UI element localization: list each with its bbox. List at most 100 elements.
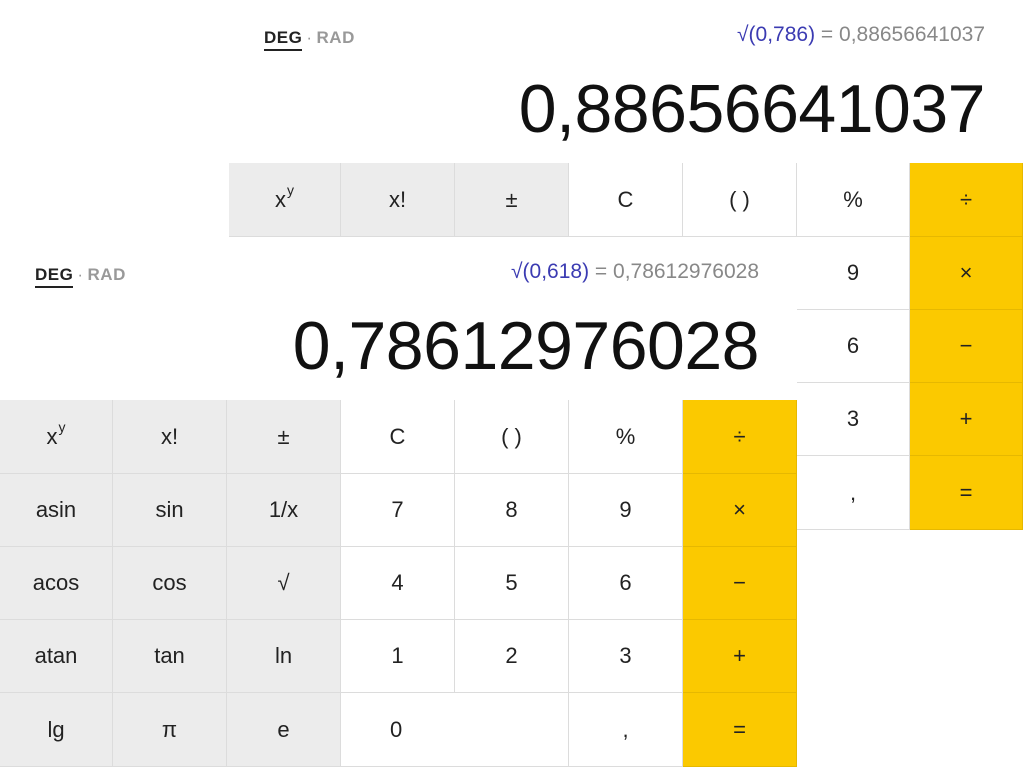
history-result: = 0,78612976028 [589,260,759,283]
history-expression[interactable]: √(0,786) [737,23,815,46]
one-key-label: 1 [391,643,404,668]
deg-mode-button[interactable]: DEG [35,265,74,288]
rad-mode-button[interactable]: RAD [88,265,126,284]
angle-mode-toggle: DEG · RAD [264,28,355,51]
decimal-key[interactable]: , [797,456,910,530]
e-key[interactable]: e [227,693,341,767]
reciprocal-key-label: 1/x [268,497,299,522]
six-key[interactable]: 6 [569,547,683,620]
sqrt-key[interactable]: √ [227,547,341,620]
power-key[interactable]: xy [229,163,341,237]
three-key[interactable]: 3 [569,620,683,693]
tan-key-label: tan [154,643,185,668]
asin-key[interactable]: asin [0,474,113,547]
minus-key[interactable]: − [910,310,1023,383]
parentheses-key[interactable]: ( ) [683,163,797,237]
power-key-superscript: y [58,418,66,435]
nine-key[interactable]: 9 [569,474,683,547]
divide-key[interactable]: ÷ [910,163,1023,237]
power-key-label: x [46,423,58,449]
decimal-key-label: , [849,479,857,505]
calculator-front: DEG · RAD √(0,618) = 0,78612976028 0, 7 8 6 1 2… [0,237,797,767]
plus-key[interactable]: + [683,620,797,693]
cos-key-label: cos [152,570,187,595]
divide-key-label: ÷ [733,423,746,449]
history-line[interactable]: √(0,786) = 0,88656641037 [737,23,985,47]
sin-key[interactable]: sin [113,474,227,547]
plus-minus-key[interactable]: ± [455,163,569,237]
multiply-key-label: × [733,497,746,522]
six-key[interactable]: 6 [797,310,910,383]
ln-key[interactable]: ln [227,620,341,693]
decimal-key[interactable]: , [569,693,683,767]
plus-key-label: + [733,643,746,668]
seven-key[interactable]: 7 [341,474,455,547]
three-key-label: 3 [619,643,632,668]
nine-key-label: 9 [619,497,632,522]
clear-key-label: C [389,423,406,449]
seven-key-label: 7 [391,497,404,522]
lg-key-label: lg [47,716,65,742]
factorial-key[interactable]: x! [341,163,455,237]
equals-key[interactable]: = [910,456,1023,530]
four-key[interactable]: 4 [341,547,455,620]
lg-key[interactable]: lg [0,693,113,767]
sin-key-label: sin [155,497,184,522]
mode-separator: · [77,265,84,284]
cos-key[interactable]: cos [113,547,227,620]
one-key[interactable]: 1 [341,620,455,693]
multiply-key[interactable]: × [683,474,797,547]
sqrt-key-label: √ [277,570,290,595]
power-key-superscript: y [287,181,294,198]
parentheses-key[interactable]: ( ) [455,400,569,474]
five-key[interactable]: 5 [455,547,569,620]
multiply-key-label: × [959,260,973,285]
factorial-key-label: x! [160,423,179,449]
power-key-label: x [275,186,286,212]
power-key[interactable]: xy [0,400,113,474]
atan-key[interactable]: atan [0,620,113,693]
multiply-key[interactable]: × [910,237,1023,310]
history-line[interactable]: √(0,618) = 0,78612976028 [511,260,759,284]
plus-minus-key-label: ± [277,423,290,449]
ln-key-label: ln [274,643,293,668]
clear-key[interactable]: C [341,400,455,474]
four-key-label: 4 [391,570,404,595]
plus-key[interactable]: + [910,383,1023,456]
two-key-label: 2 [505,643,518,668]
six-key-label: 6 [619,570,632,595]
divide-key[interactable]: ÷ [683,400,797,474]
clear-key-label: C [617,186,634,212]
e-key-label: e [277,716,290,742]
acos-key-label: acos [32,570,80,595]
two-key[interactable]: 2 [455,620,569,693]
percent-key-label: % [843,186,863,212]
percent-key-label: % [615,423,636,449]
five-key-label: 5 [505,570,518,595]
zero-key[interactable]: 0 [341,693,569,767]
asin-key-label: asin [35,497,77,522]
equals-key[interactable]: = [683,693,797,767]
factorial-key[interactable]: x! [113,400,227,474]
plus-minus-key[interactable]: ± [227,400,341,474]
deg-mode-button[interactable]: DEG [264,28,303,51]
history-result: = 0,88656641037 [815,23,985,46]
pi-key[interactable]: π [113,693,227,767]
minus-key[interactable]: − [683,547,797,620]
three-key[interactable]: 3 [797,383,910,456]
tan-key[interactable]: tan [113,620,227,693]
angle-mode-toggle: DEG · RAD [35,265,126,288]
percent-key[interactable]: % [797,163,910,237]
acos-key[interactable]: acos [0,547,113,620]
clear-key[interactable]: C [569,163,683,237]
percent-key[interactable]: % [569,400,683,474]
parentheses-key-label: ( ) [729,186,750,212]
eight-key[interactable]: 8 [455,474,569,547]
nine-key[interactable]: 9 [797,237,910,310]
mode-separator: · [306,28,313,47]
eight-key-label: 8 [505,497,518,522]
history-expression[interactable]: √(0,618) [511,260,589,283]
parentheses-key-label: ( ) [501,423,522,449]
rad-mode-button[interactable]: RAD [317,28,355,47]
reciprocal-key[interactable]: 1/x [227,474,341,547]
